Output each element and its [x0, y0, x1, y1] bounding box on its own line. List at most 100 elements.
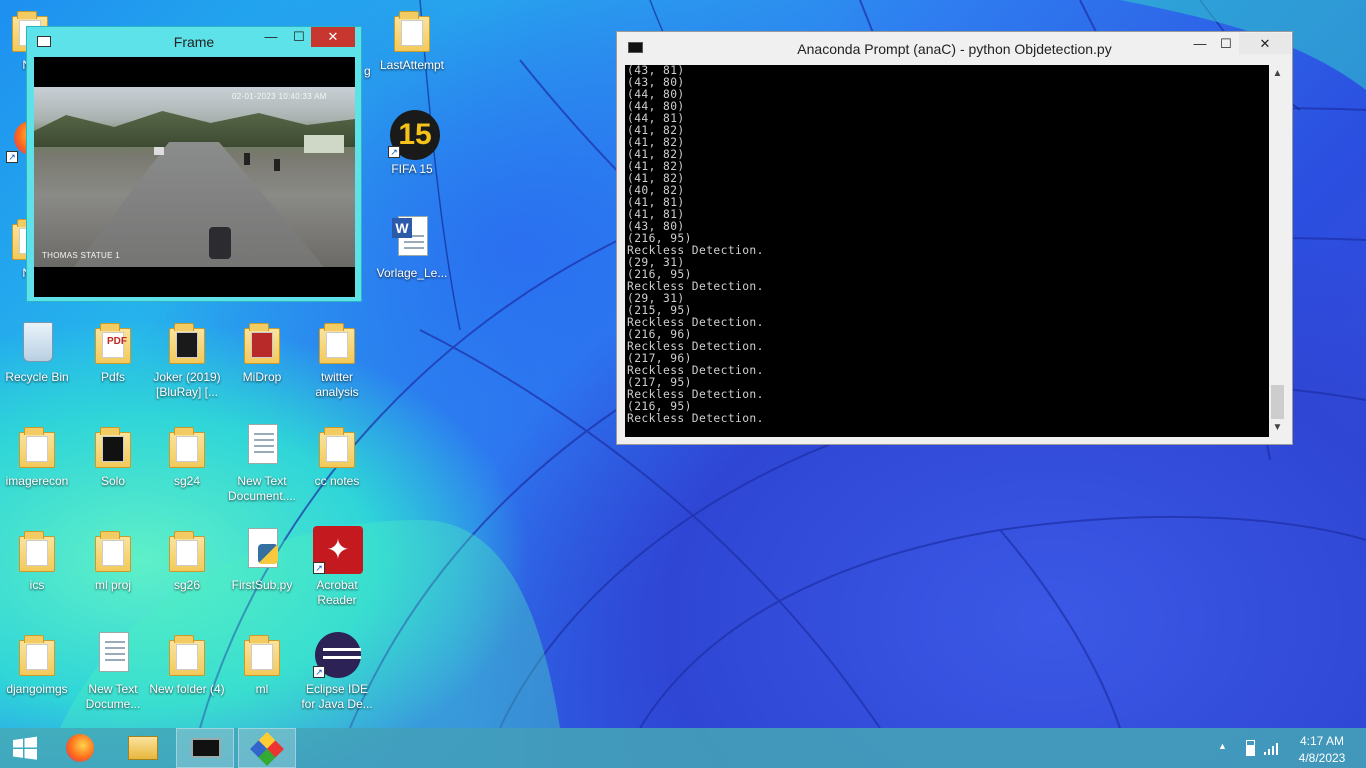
desktop-icon-label: imagerecon	[5, 474, 69, 488]
close-button[interactable]: ✕	[311, 27, 355, 47]
desktop-partial-label: g	[364, 64, 371, 78]
console-line: (41, 82)	[627, 136, 685, 149]
desktop-icon-label: New folder (4)	[149, 682, 225, 696]
python-icon	[250, 732, 284, 766]
folder-icon	[89, 526, 137, 574]
desktop-icon-vorlage[interactable]: W Vorlage_Le...	[374, 214, 450, 281]
close-button[interactable]: ✕	[1239, 33, 1291, 54]
console-output[interactable]: (43, 81) (43, 80) (44, 80) (44, 80) (44, 81)…	[625, 65, 1269, 437]
desktop-icon-label: twitter analysis	[315, 370, 359, 399]
folder-icon	[89, 422, 137, 470]
console-line: (43, 81)	[627, 65, 685, 77]
firefox-icon	[66, 734, 94, 762]
desktop-icon-ml[interactable]: ml	[224, 630, 300, 697]
desktop-icon-imagerecon[interactable]: imagerecon	[0, 422, 75, 489]
minimize-button[interactable]: —	[257, 27, 285, 47]
folder-icon	[13, 422, 61, 470]
text-document-icon	[89, 630, 137, 678]
console-line: (41, 81)	[627, 208, 685, 221]
console-line: (44, 80)	[627, 88, 685, 101]
folder-icon	[13, 630, 61, 678]
desktop-icon-ccnotes[interactable]: cc notes	[299, 422, 375, 489]
console-line: Reckless Detection.	[627, 244, 764, 257]
desktop-icon-fifa15[interactable]: 15 ↗ FIFA 15	[374, 110, 450, 177]
console-line: Reckless Detection.	[627, 388, 764, 401]
battery-icon[interactable]	[1246, 740, 1255, 756]
maximize-button[interactable]: ☐	[1211, 33, 1241, 54]
desktop-icon-label: ics	[29, 578, 45, 592]
desktop-icon-label: LastAttempt	[379, 58, 445, 72]
desktop-icon-label: FIFA 15	[391, 162, 433, 176]
desktop-icon-recycle[interactable]: Recycle Bin	[0, 318, 75, 385]
tray-chevron-icon[interactable]: ▲	[1218, 741, 1227, 751]
clock-date[interactable]: 4/8/2023	[1282, 751, 1362, 765]
desktop-icon-label: Solo	[100, 474, 126, 488]
desktop-icon-label: sg26	[173, 578, 201, 592]
desktop-icon-label: Pdfs	[100, 370, 125, 384]
console-line: (29, 31)	[627, 292, 685, 305]
start-button[interactable]	[0, 728, 50, 768]
desktop-icon-joker[interactable]: Joker (2019) [BluRay] [...	[149, 318, 225, 400]
folder-icon	[313, 318, 361, 366]
folder-icon	[163, 422, 211, 470]
word-document-icon: W	[388, 214, 436, 262]
desktop-icon-firstsub[interactable]: FirstSub.py	[224, 526, 300, 593]
traffic-scene: 02-01-2023 10:40:33 AM THOMAS STATUE 1	[34, 87, 355, 267]
folder-icon	[128, 736, 158, 760]
desktop-icon-label: djangoimgs	[6, 682, 68, 696]
desktop-icon-ics[interactable]: ics	[0, 526, 75, 593]
console-line: (41, 81)	[627, 196, 685, 209]
folder-icon	[163, 318, 211, 366]
taskbar-file-explorer[interactable]	[114, 728, 172, 768]
maximize-button[interactable]: ☐	[285, 27, 313, 47]
recycle-bin-icon	[13, 318, 61, 366]
desktop-icon-last-attempt[interactable]: LastAttempt	[374, 6, 450, 73]
desktop-icon-newfolder4[interactable]: New folder (4)	[149, 630, 225, 697]
desktop-icon-sg24[interactable]: sg24	[149, 422, 225, 489]
scroll-up-icon[interactable]: ▲	[1269, 67, 1286, 81]
desktop-icon-djangoimgs[interactable]: djangoimgs	[0, 630, 75, 697]
desktop-icon-solo[interactable]: Solo	[75, 422, 151, 489]
desktop-icon-newtext2[interactable]: New Text Docume...	[75, 630, 151, 712]
folder-icon	[238, 630, 286, 678]
console-line: (41, 82)	[627, 160, 685, 173]
taskbar-firefox[interactable]	[52, 728, 110, 768]
desktop-icon-midrop[interactable]: MiDrop	[224, 318, 300, 385]
clock-time[interactable]: 4:17 AM	[1282, 734, 1362, 748]
console-line: (29, 31)	[627, 256, 685, 269]
desktop-icon-eclipse[interactable]: ↗ Eclipse IDE for Java De...	[299, 630, 375, 712]
desktop-icon-sg26[interactable]: sg26	[149, 526, 225, 593]
desktop-icon-acrobat[interactable]: ✦ ↗ Acrobat Reader	[299, 526, 375, 608]
console-line: (43, 80)	[627, 220, 685, 233]
desktop-icon-mlproj[interactable]: ml proj	[75, 526, 151, 593]
desktop-icon-newtext1[interactable]: New Text Document....	[224, 422, 300, 504]
console-line: Reckless Detection.	[627, 364, 764, 377]
scroll-thumb[interactable]	[1271, 385, 1284, 419]
desktop-icon-pdfs[interactable]: PDF Pdfs	[75, 318, 151, 385]
scroll-down-icon[interactable]: ▼	[1269, 421, 1286, 435]
taskbar: ▲ 4:17 AM 4/8/2023	[0, 728, 1366, 768]
frame-titlebar[interactable]: Frame — ☐ ✕	[27, 27, 361, 57]
folder-icon	[163, 630, 211, 678]
video-timestamp: 02-01-2023 10:40:33 AM	[232, 92, 327, 101]
frame-window[interactable]: Frame — ☐ ✕ 02-01-2023 10:40:33 AM THOMA…	[26, 26, 362, 302]
anaconda-prompt-window[interactable]: Anaconda Prompt (anaC) - python Objdetec…	[616, 31, 1293, 445]
cmd-titlebar[interactable]: Anaconda Prompt (anaC) - python Objdetec…	[617, 32, 1292, 63]
video-location: THOMAS STATUE 1	[42, 251, 120, 260]
desktop-icon-twitter[interactable]: twitter analysis	[299, 318, 375, 400]
desktop-icon-label: Acrobat Reader	[316, 578, 358, 607]
console-line: (41, 82)	[627, 172, 685, 185]
taskbar-python-window[interactable]	[238, 728, 296, 768]
acrobat-icon: ✦ ↗	[313, 526, 363, 574]
pdf-folder-icon: PDF	[89, 318, 137, 366]
console-line: Reckless Detection.	[627, 316, 764, 329]
taskbar-command-prompt[interactable]	[176, 728, 234, 768]
console-line: Reckless Detection.	[627, 340, 764, 353]
desktop-icon-label: New Text Docume...	[85, 682, 141, 711]
console-scrollbar[interactable]: ▲ ▼	[1269, 65, 1286, 437]
fifa-icon: 15 ↗	[388, 110, 440, 160]
desktop-icon-label: FirstSub.py	[231, 578, 293, 592]
signal-icon[interactable]	[1263, 740, 1279, 756]
text-document-icon	[238, 422, 286, 470]
desktop-icon-label: New Text Document....	[227, 474, 297, 503]
